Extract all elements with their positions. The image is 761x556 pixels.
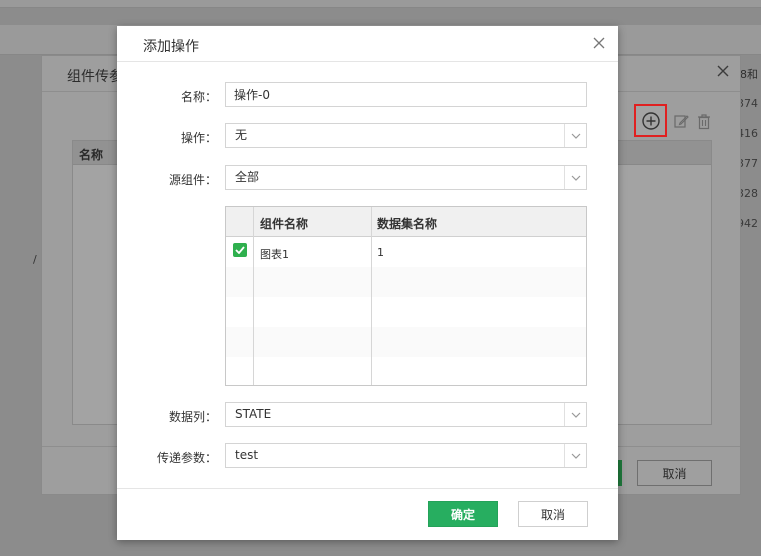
source-select-value: 全部 <box>235 170 260 184</box>
action-label: 操作： <box>180 131 217 145</box>
source-select[interactable]: 全部 <box>225 165 587 190</box>
cell-component-name: 图表1 <box>260 248 289 261</box>
param-select[interactable]: test <box>225 443 587 468</box>
chevron-down-icon[interactable] <box>564 444 586 467</box>
chevron-down-icon[interactable] <box>564 166 586 189</box>
param-select-value: test <box>235 448 259 462</box>
bg-topbar <box>0 0 761 8</box>
source-label: 源组件： <box>168 173 217 187</box>
table-row[interactable]: 图表1 1 <box>226 237 586 267</box>
edit-icon[interactable] <box>669 107 693 135</box>
column-header-component: 组件名称 <box>260 217 309 231</box>
bg-pagination-slash: / <box>33 253 37 266</box>
add-action-dialog: 添加操作 名称： 操作： 无 源组件： 全部 组件名称 数据集名称 图表1 <box>117 26 618 540</box>
grid-divider <box>371 207 372 385</box>
component-params-title: 组件传参 <box>67 69 123 85</box>
close-icon[interactable] <box>590 34 608 52</box>
confirm-button[interactable]: 确定 <box>428 501 498 527</box>
column-header-dataset: 数据集名称 <box>377 217 438 231</box>
add-circle-icon[interactable] <box>634 104 667 137</box>
grid-divider <box>253 207 254 385</box>
params-cancel-button[interactable]: 取消 <box>637 460 712 486</box>
table-row-empty <box>226 297 586 327</box>
dialog-footer: 确定 取消 <box>117 488 618 540</box>
component-grid: 组件名称 数据集名称 图表1 1 <box>225 206 587 386</box>
name-input[interactable] <box>225 82 587 107</box>
param-label: 传递参数： <box>156 451 217 465</box>
chevron-down-icon[interactable] <box>564 403 586 426</box>
trash-icon[interactable] <box>692 107 716 135</box>
table-row-empty <box>226 357 586 385</box>
cancel-button[interactable]: 取消 <box>518 501 588 527</box>
table-row-empty <box>226 267 586 297</box>
dialog-title: 添加操作 <box>143 39 199 55</box>
dialog-header: 添加操作 <box>117 26 618 62</box>
data-column-label: 数据列： <box>168 410 217 424</box>
bg-corner-text: 8和 <box>740 68 758 81</box>
action-select[interactable]: 无 <box>225 123 587 148</box>
grid-header: 组件名称 数据集名称 <box>226 207 586 237</box>
close-icon[interactable] <box>716 62 730 83</box>
name-label: 名称： <box>180 90 217 104</box>
checkbox-checked[interactable] <box>233 243 247 257</box>
chevron-down-icon[interactable] <box>564 124 586 147</box>
cell-dataset-name: 1 <box>377 246 384 259</box>
data-column-select[interactable]: STATE <box>225 402 587 427</box>
action-select-value: 无 <box>235 128 248 142</box>
params-toolbar <box>634 104 710 137</box>
table-row-empty <box>226 327 586 357</box>
data-column-select-value: STATE <box>235 407 272 421</box>
column-header-name: 名称 <box>79 148 104 162</box>
